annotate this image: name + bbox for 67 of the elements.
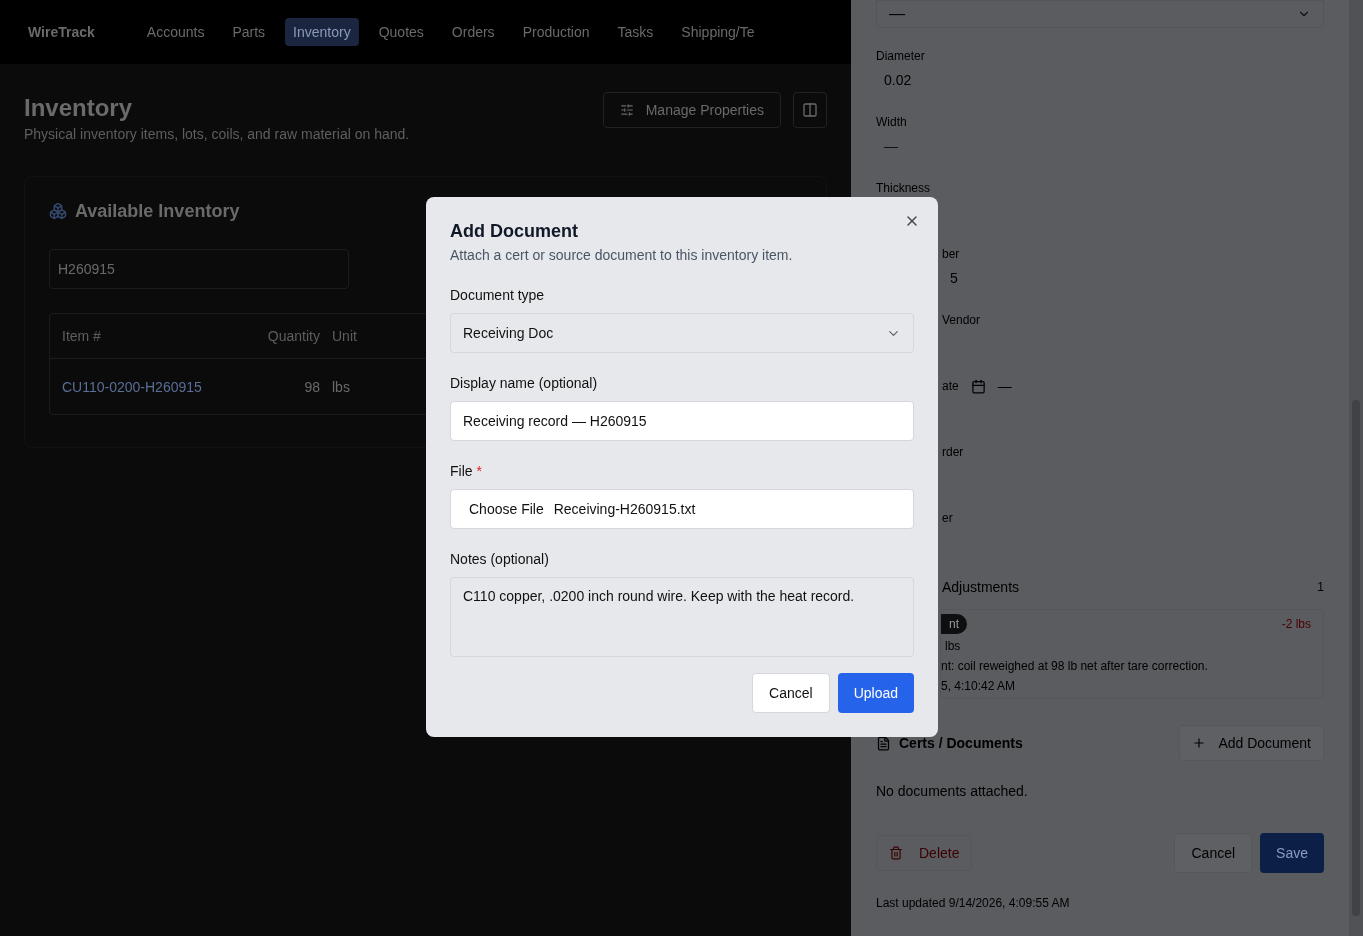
section-title: Certs / Documents [899, 734, 1023, 753]
card-title: Available Inventory [75, 200, 240, 223]
document-icon [876, 735, 891, 751]
calendar-icon [970, 378, 986, 394]
nav-link[interactable]: Accounts [138, 18, 213, 46]
field-label: Diameter [876, 48, 925, 64]
sliders-icon [619, 103, 634, 117]
cancel-button[interactable]: Cancel [1174, 833, 1253, 873]
field-label: Notes (optional) [450, 550, 550, 569]
dialog-title: Add Document [450, 220, 579, 243]
delete-button[interactable]: Delete [876, 835, 973, 871]
manage-properties-button[interactable]: Manage Properties [602, 92, 781, 128]
adjustment-time: 5, 4:10:42 AM [941, 678, 1017, 694]
adjustment-badge: nt [941, 614, 967, 634]
table-cell-text: 98 [303, 377, 321, 397]
field-label: ate [942, 378, 959, 394]
adjustment-amount: lbs [944, 638, 962, 654]
display-name-field[interactable]: Receiving record — H260915 [450, 401, 914, 441]
nav-link[interactable]: Parts [224, 18, 274, 46]
section-title: Adjustments [942, 578, 1020, 597]
boxes-icon [49, 202, 67, 220]
notes-field[interactable]: C110 copper, .0200 inch round wire. Keep with the heat record. [450, 577, 914, 657]
save-button[interactable]: Save [1260, 833, 1324, 873]
cancel-button[interactable]: Cancel [752, 673, 830, 713]
field-label: ber [942, 246, 960, 262]
table-cell-text: lbs [332, 377, 351, 397]
empty-message: No documents attached. [876, 782, 1029, 801]
item-link[interactable]: CU110-0200-H260915 [62, 376, 242, 397]
field-label: Thickness [876, 180, 931, 196]
nav-link[interactable]: Production [514, 18, 598, 46]
delta-label: -2 lbs [1281, 616, 1311, 632]
dialog-description: Attach a cert or source document to this inventory item. [450, 246, 794, 265]
field-label: File [450, 462, 473, 481]
required-mark: * [476, 462, 482, 481]
document-type-select[interactable]: Receiving Doc [450, 313, 914, 353]
field-value: — [883, 137, 899, 156]
nav-link[interactable]: Quotes [370, 18, 432, 46]
count-label: 1 [1317, 579, 1324, 595]
field-value: — [997, 377, 1012, 396]
plus-icon [1192, 736, 1207, 750]
field-label: er [942, 510, 953, 526]
add-document-button[interactable]: Add Document [1179, 725, 1324, 761]
file-field[interactable]: Choose File Receiving-H260915.txt [450, 489, 914, 529]
field-label: Document type [450, 286, 546, 305]
last-updated: Last updated 9/14/2026, 4:09:55 AM [876, 895, 1071, 911]
field-value: 0.02 [883, 71, 913, 90]
nav-link[interactable]: Inventory [285, 18, 359, 46]
page-title: Inventory [24, 93, 134, 123]
nav-link[interactable]: Tasks [609, 18, 662, 46]
adjustment-note: nt: coil reweighed at 98 lb net after tare correction. [941, 658, 1209, 674]
nav-link[interactable]: Orders [443, 18, 503, 46]
select-field[interactable]: — [876, 0, 1324, 28]
field-value: 5 [949, 269, 959, 288]
search-field[interactable]: H260915 [49, 249, 349, 289]
nav-link[interactable]: Shipping/Te [673, 18, 763, 46]
field-label: Vendor [942, 312, 981, 328]
column-header[interactable]: Quantity [242, 326, 332, 346]
column-header[interactable]: Item # [62, 326, 242, 346]
page-subtitle: Physical inventory items, lots, coils, and raw material on hand. [24, 125, 410, 144]
field-label: rder [942, 444, 964, 460]
app-logo: WireTrack [28, 23, 95, 42]
upload-button[interactable]: Upload [837, 673, 914, 713]
field-label: Display name (optional) [450, 374, 599, 393]
columns-button[interactable] [793, 92, 827, 128]
columns-icon [802, 102, 818, 118]
trash-icon [889, 846, 903, 860]
field-label: Width [876, 114, 907, 130]
